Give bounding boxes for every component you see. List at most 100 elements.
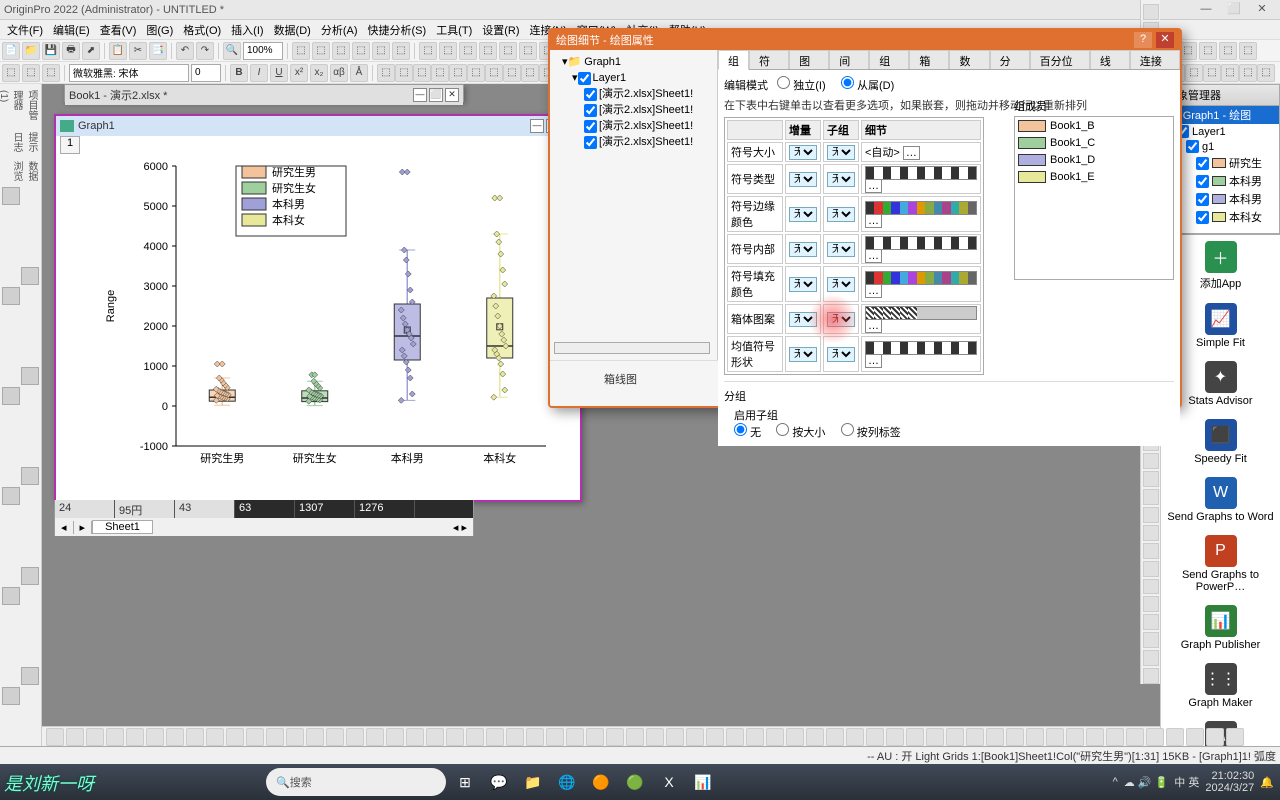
tool-icon[interactable]: ⬚ — [372, 42, 390, 60]
grid-row[interactable]: 符号类型无无 … — [727, 164, 981, 194]
bottom-tool[interactable] — [146, 728, 164, 746]
tool-icon[interactable]: αβ — [330, 64, 348, 82]
app-tile[interactable]: 📊Graph Publisher — [1161, 599, 1280, 657]
left-tool[interactable] — [2, 627, 20, 645]
bottom-tool[interactable] — [826, 728, 844, 746]
tool-icon[interactable]: ⬚ — [312, 42, 330, 60]
bottom-tool[interactable] — [266, 728, 284, 746]
mini-tool[interactable] — [1143, 650, 1159, 666]
left-tool[interactable] — [2, 587, 20, 605]
bottom-tool[interactable] — [886, 728, 904, 746]
dialog-tab[interactable]: 连接线 — [1130, 50, 1180, 69]
bottom-tool[interactable] — [206, 728, 224, 746]
bottom-tool[interactable] — [126, 728, 144, 746]
left-tool[interactable] — [21, 367, 39, 385]
grid-row[interactable]: 符号填充颜色无无 … — [727, 266, 981, 302]
left-tool[interactable] — [21, 567, 39, 585]
radio-dependent[interactable]: 从属(D) — [841, 80, 894, 92]
left-tool[interactable] — [21, 407, 39, 425]
left-tool[interactable] — [21, 487, 39, 505]
bottom-tool[interactable] — [1146, 728, 1164, 746]
left-tool[interactable] — [2, 407, 20, 425]
left-tool[interactable] — [21, 727, 39, 745]
mini-tool[interactable] — [1143, 507, 1159, 523]
left-tool[interactable] — [21, 387, 39, 405]
menu-item[interactable]: 编辑(E) — [48, 22, 95, 38]
book1-window[interactable]: Book1 - 演示2.xlsx * — ⬜ ✕ — [64, 84, 464, 102]
menu-item[interactable]: 快捷分析(S) — [363, 22, 432, 38]
tool-icon[interactable]: ⬚ — [395, 64, 413, 82]
bottom-tool[interactable] — [346, 728, 364, 746]
bottom-tool[interactable] — [606, 728, 624, 746]
tool-icon[interactable]: ⬚ — [1219, 42, 1237, 60]
tool-icon[interactable]: 📁 — [22, 42, 40, 60]
graph1-window[interactable]: Graph1 — ⬜ ✕ 1 -100001000200030004000500… — [54, 114, 582, 502]
tool-icon[interactable]: x₂ — [310, 64, 328, 82]
left-tool[interactable] — [21, 327, 39, 345]
left-tool[interactable] — [2, 507, 20, 525]
group-member[interactable]: Book1_B — [1015, 117, 1173, 134]
tool-icon[interactable]: ⬚ — [1239, 64, 1257, 82]
mini-tool[interactable] — [1143, 525, 1159, 541]
bottom-tool[interactable] — [286, 728, 304, 746]
tool-icon[interactable]: ⬚ — [485, 64, 503, 82]
left-tool[interactable] — [21, 207, 39, 225]
grid-row[interactable]: 均值符号形状无无 … — [727, 336, 981, 372]
left-tool[interactable] — [2, 387, 20, 405]
left-tool[interactable] — [2, 607, 20, 625]
tool-icon[interactable]: ⬚ — [521, 64, 539, 82]
menu-item[interactable]: 图(G) — [141, 22, 178, 38]
font-size[interactable] — [191, 64, 221, 82]
bottom-tool[interactable] — [406, 728, 424, 746]
bottom-tool[interactable] — [1166, 728, 1184, 746]
child-close[interactable]: ✕ — [445, 88, 459, 102]
tree-leaf[interactable]: [演示2.xlsx]Sheet1! — [584, 134, 713, 150]
tool-icon[interactable]: Å — [350, 64, 368, 82]
group-member[interactable]: Book1_E — [1015, 168, 1173, 185]
left-tool[interactable] — [2, 187, 20, 205]
dialog-tab[interactable]: 图案 — [789, 50, 829, 69]
dialog-tab[interactable]: 百分位数 — [1030, 50, 1090, 69]
tool-icon[interactable]: ✂ — [129, 42, 147, 60]
tool-icon[interactable]: 🖶 — [62, 42, 80, 60]
tool-icon[interactable]: ⬚ — [439, 42, 457, 60]
bottom-tool[interactable] — [786, 728, 804, 746]
menu-item[interactable]: 工具(T) — [431, 22, 477, 38]
dialog-tab[interactable]: 箱体 — [909, 50, 949, 69]
left-tool[interactable] — [21, 707, 39, 725]
nav-prev[interactable]: ◂ — [55, 521, 74, 534]
left-tool[interactable] — [21, 467, 39, 485]
tree-leaf[interactable]: [演示2.xlsx]Sheet1! — [584, 118, 713, 134]
col-header[interactable]: 43 — [175, 500, 235, 518]
left-tool[interactable] — [21, 307, 39, 325]
ime[interactable]: 中 英 — [1174, 774, 1199, 790]
mini-tool[interactable] — [1143, 561, 1159, 577]
bottom-tool[interactable] — [46, 728, 64, 746]
mini-tool[interactable] — [1143, 596, 1159, 612]
tb-icon[interactable]: 📊 — [688, 767, 718, 797]
left-tool[interactable] — [2, 547, 20, 565]
left-tool[interactable] — [21, 687, 39, 705]
grid-row[interactable]: 符号大小无无<自动> … — [727, 142, 981, 162]
tool-icon[interactable]: ⬚ — [467, 64, 485, 82]
bottom-tool[interactable] — [66, 728, 84, 746]
bottom-tool[interactable] — [526, 728, 544, 746]
tool-icon[interactable]: 📑 — [149, 42, 167, 60]
col-header[interactable]: 24 — [55, 500, 115, 518]
group-member[interactable]: Book1_C — [1015, 134, 1173, 151]
col-header[interactable]: 95円 — [115, 500, 175, 518]
bottom-tool[interactable] — [946, 728, 964, 746]
child-maximize[interactable]: ⬜ — [429, 88, 443, 102]
left-tool[interactable] — [21, 527, 39, 545]
left-tool[interactable] — [2, 647, 20, 665]
child-minimize[interactable]: — — [413, 88, 427, 102]
tool-icon[interactable]: ⬚ — [1221, 64, 1239, 82]
left-tool[interactable] — [2, 567, 20, 585]
tool-icon[interactable]: ↷ — [196, 42, 214, 60]
plot-area[interactable]: -10000100020003000400050006000Range研究生男研… — [86, 136, 576, 496]
left-tool[interactable] — [21, 267, 39, 285]
left-tool[interactable] — [21, 587, 39, 605]
grid-row[interactable]: 符号边缘颜色无无 … — [727, 196, 981, 232]
mini-tool[interactable] — [1143, 614, 1159, 630]
tool-icon[interactable]: ⬚ — [392, 42, 410, 60]
